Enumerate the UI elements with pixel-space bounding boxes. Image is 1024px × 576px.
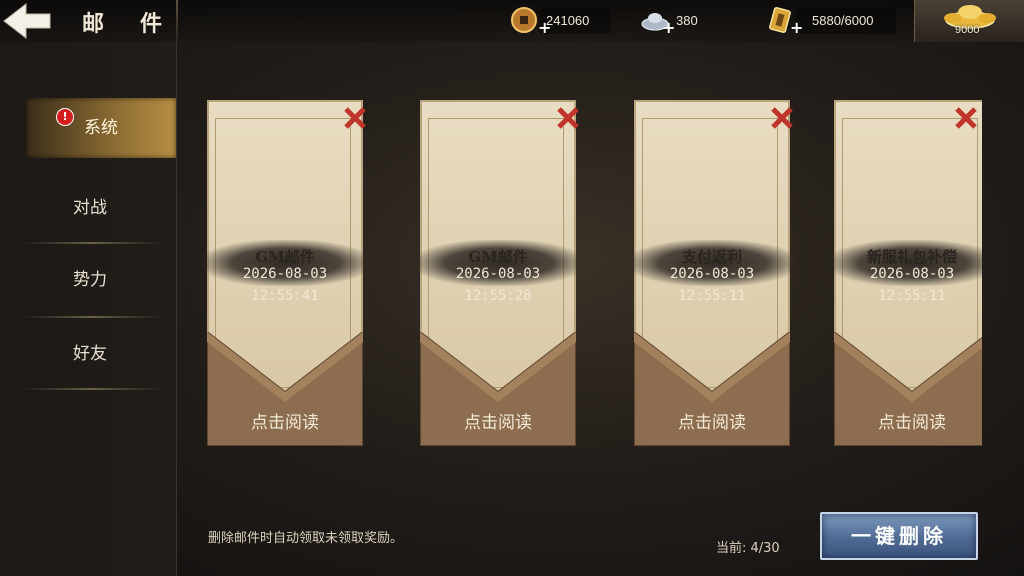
mail-date: 2026-08-03 <box>455 266 541 282</box>
add-copper-icon[interactable]: + <box>538 18 551 37</box>
top-bar: 邮件 + 241060 + 380 + 5880/6000 9000 <box>0 0 1024 42</box>
stamina-value: 5880/6000 <box>812 12 874 28</box>
auto-claim-notice: 删除邮件时自动领取未领取奖励。 <box>208 531 404 546</box>
mail-time: 12:55:28 <box>464 288 532 304</box>
delete-mail-icon[interactable] <box>341 104 369 132</box>
delete-all-button[interactable]: 一键删除 <box>820 512 978 560</box>
delete-mail-icon[interactable] <box>554 104 582 132</box>
read-button[interactable]: 点击阅读 <box>834 408 982 433</box>
sidebar-divider <box>22 316 162 318</box>
read-button[interactable]: 点击阅读 <box>420 408 576 433</box>
mail-title: 支付返利 <box>681 248 742 266</box>
title-divider <box>176 0 178 42</box>
read-button[interactable]: 点击阅读 <box>207 408 363 433</box>
mail-card[interactable]: 新服礼包补偿 2026-08-03 12:55:11 点击阅读 <box>834 100 982 446</box>
mail-card[interactable]: GM邮件 2026-08-03 12:55:28 点击阅读 <box>414 100 584 446</box>
mail-date: 2026-08-03 <box>242 266 328 282</box>
delete-mail-icon[interactable] <box>768 104 796 132</box>
copper-coin-icon <box>511 7 537 33</box>
copper-value: 241060 <box>546 12 590 28</box>
sidebar-item-faction[interactable]: 势力 <box>20 250 160 310</box>
read-button[interactable]: 点击阅读 <box>634 408 790 433</box>
mail-time: 12:55:11 <box>878 288 946 304</box>
sidebar-item-friends[interactable]: 好友 <box>20 324 160 384</box>
mail-card[interactable]: GM邮件 2026-08-03 12:55:41 点击阅读 <box>201 100 371 446</box>
add-stamina-icon[interactable]: + <box>790 18 803 37</box>
mail-date: 2026-08-03 <box>669 266 755 282</box>
resource-stamina[interactable]: + 5880/6000 <box>766 6 874 37</box>
mail-title: GM邮件 <box>255 248 315 266</box>
resource-copper[interactable]: + 241060 <box>510 6 590 37</box>
mail-card[interactable]: 支付返利 2026-08-03 12:55:11 点击阅读 <box>628 100 798 446</box>
sidebar-divider <box>22 242 162 244</box>
mail-time: 12:55:41 <box>251 288 319 304</box>
sidebar-item-battle[interactable]: 对战 <box>20 178 160 238</box>
resource-silver[interactable]: + 380 <box>640 6 698 37</box>
mail-title: 新服礼包补偿 <box>866 248 957 266</box>
silver-value: 380 <box>676 12 698 28</box>
mail-time: 12:55:11 <box>678 288 746 304</box>
page-title: 邮件 <box>82 11 199 37</box>
back-button[interactable] <box>0 0 60 42</box>
sidebar-item-label: 系统 <box>84 118 118 138</box>
sidebar-item-label: 势力 <box>73 270 107 290</box>
sidebar-item-label: 好友 <box>73 344 107 364</box>
back-arrow-icon <box>3 2 51 40</box>
sidebar-item-system[interactable]: 系统 <box>26 98 176 158</box>
delete-mail-icon[interactable] <box>952 104 980 132</box>
gold-value: 9000 <box>955 24 980 36</box>
notification-badge: ! <box>56 108 74 126</box>
mail-title: GM邮件 <box>468 248 528 266</box>
add-silver-icon[interactable]: + <box>662 18 675 37</box>
mail-count: 当前: 4/30 <box>716 541 780 556</box>
sidebar-item-label: 对战 <box>73 198 107 218</box>
mail-date: 2026-08-03 <box>869 266 955 282</box>
sidebar-divider <box>22 388 162 390</box>
